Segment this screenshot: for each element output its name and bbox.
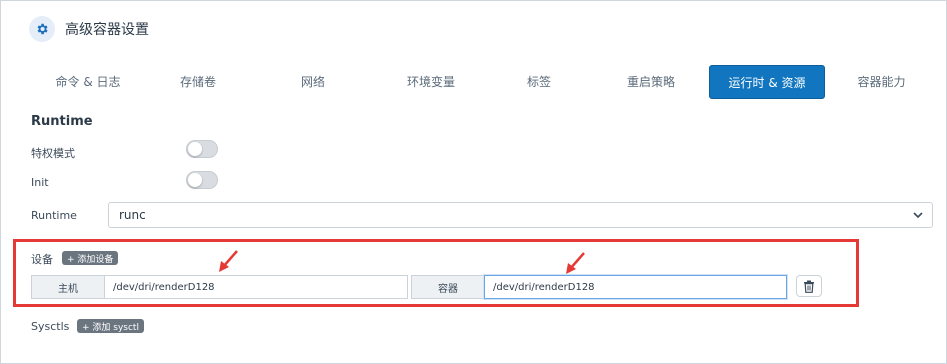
init-label: Init	[31, 176, 49, 189]
tab-capabilities[interactable]: 容器能力	[839, 65, 924, 97]
panel-header: 高级容器设置	[29, 15, 149, 43]
advanced-container-settings-panel: 高级容器设置 命令 & 日志 存储卷 网络 环境变量 标签 重启策略 运行时 &…	[0, 0, 947, 364]
tab-labels[interactable]: 标签	[499, 65, 579, 97]
toggle-knob	[188, 142, 202, 156]
tab-restart-policy[interactable]: 重启策略	[611, 65, 691, 97]
runtime-select[interactable]: runc	[108, 202, 933, 228]
host-addon: 主机	[31, 275, 105, 299]
trash-icon	[804, 280, 814, 293]
tab-bar: 命令 & 日志 存储卷 网络 环境变量 标签 重启策略 运行时 & 资源 容器能…	[21, 65, 936, 99]
privileged-mode-toggle[interactable]	[186, 140, 218, 158]
tab-env[interactable]: 环境变量	[386, 65, 476, 97]
annotation-arrow-icon	[566, 252, 585, 274]
tab-network[interactable]: 网络	[273, 65, 353, 97]
runtime-section-title: Runtime	[31, 114, 93, 129]
panel-title: 高级容器设置	[65, 22, 149, 38]
add-device-button[interactable]: + 添加设备	[62, 251, 119, 265]
devices-label: 设备	[31, 253, 53, 266]
container-device-input[interactable]: /dev/dri/renderD128	[484, 275, 787, 299]
sysctls-label: Sysctls	[31, 320, 70, 333]
add-sysctl-button[interactable]: + 添加 sysctl	[77, 319, 144, 333]
chevron-down-icon	[913, 212, 923, 219]
remove-device-button[interactable]	[796, 275, 822, 297]
init-toggle[interactable]	[186, 171, 218, 189]
annotation-arrow-icon	[219, 250, 238, 272]
container-addon: 容器	[411, 275, 485, 299]
runtime-label: Runtime	[31, 209, 77, 222]
tab-command-logs[interactable]: 命令 & 日志	[43, 65, 133, 97]
host-device-input[interactable]: /dev/dri/renderD128	[104, 275, 408, 299]
privileged-mode-label: 特权模式	[31, 147, 75, 160]
toggle-knob	[188, 173, 202, 187]
runtime-select-value: runc	[119, 208, 146, 222]
gear-icon	[29, 16, 55, 42]
tab-volumes[interactable]: 存储卷	[158, 65, 238, 97]
tab-runtime-resources[interactable]: 运行时 & 资源	[709, 65, 825, 99]
